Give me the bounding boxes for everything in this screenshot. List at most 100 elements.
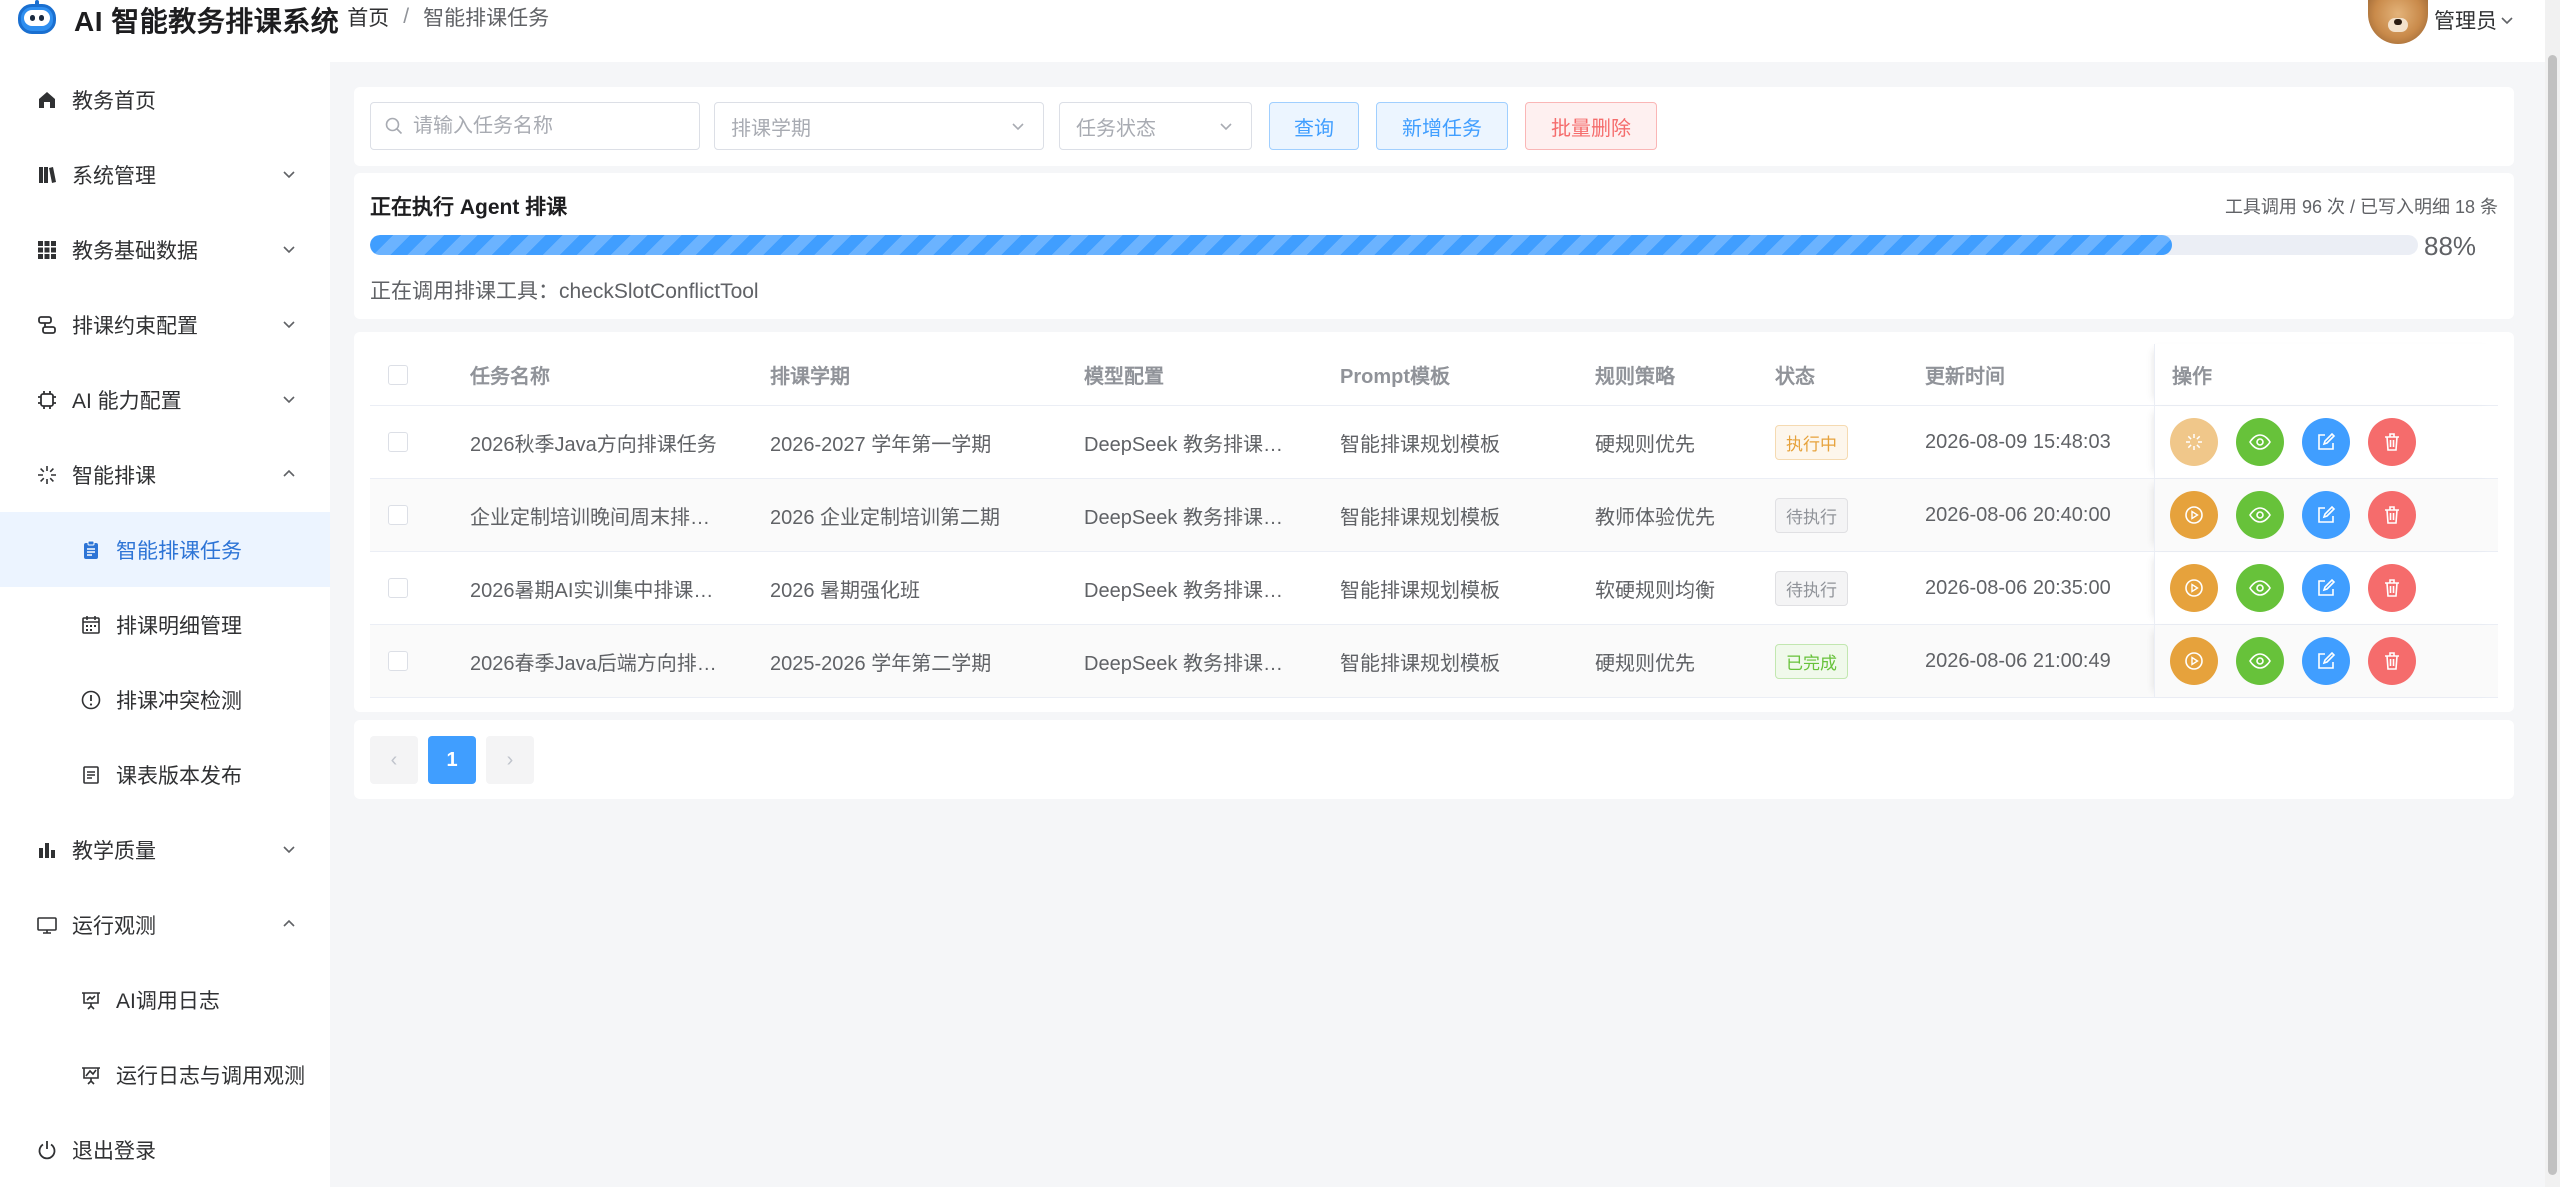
edit-button[interactable]: [2302, 491, 2350, 539]
cell-updated: 2026-08-06 20:35:00: [1925, 576, 2111, 599]
sidebar-item-label: AI 能力配置: [72, 389, 182, 413]
page-number-1[interactable]: 1: [428, 736, 476, 784]
sidebar-item-logout[interactable]: 退出登录: [0, 1112, 330, 1187]
sidebar-item-teaching-quality[interactable]: 教学质量: [0, 812, 330, 887]
monitor-icon: [36, 914, 58, 936]
delete-button[interactable]: [2368, 418, 2416, 466]
cell-status: 待执行: [1775, 552, 1848, 624]
eye-icon: [2249, 434, 2271, 450]
prev-page-button[interactable]: ‹: [370, 736, 418, 784]
run-button[interactable]: [2170, 491, 2218, 539]
running-button[interactable]: [2170, 418, 2218, 466]
sidebar-item-base-data[interactable]: 教务基础数据: [0, 212, 330, 287]
avatar[interactable]: [2368, 0, 2428, 44]
add-task-button[interactable]: 新增任务: [1376, 102, 1508, 150]
sidebar-item-ai-config[interactable]: AI 能力配置: [0, 362, 330, 437]
sidebar-item-version-release[interactable]: 课表版本发布: [0, 737, 330, 812]
scrollbar-thumb[interactable]: [2548, 55, 2557, 1175]
sidebar-item-ai-call-logs[interactable]: AI调用日志: [0, 962, 330, 1037]
spark-icon: [36, 464, 58, 486]
sidebar-item-label: 教学质量: [72, 839, 156, 863]
next-page-button[interactable]: ›: [486, 736, 534, 784]
user-menu[interactable]: 管理员: [2368, 0, 2515, 44]
sidebar-item-runtime-logs[interactable]: 运行日志与调用观测: [0, 1037, 330, 1112]
term-select[interactable]: 排课学期: [714, 102, 1044, 150]
cell-updated: 2026-08-06 21:00:49: [1925, 649, 2111, 672]
sidebar-item-home[interactable]: 教务首页: [0, 62, 330, 137]
clipboard-icon: [80, 539, 102, 561]
cell-term: 2026 暑期强化班: [770, 579, 921, 602]
sidebar-item-constraints[interactable]: 排课约束配置: [0, 287, 330, 362]
calendar-icon: [80, 614, 102, 636]
row-checkbox[interactable]: [388, 625, 408, 697]
view-button[interactable]: [2236, 491, 2284, 539]
sidebar-item-label: 排课明细管理: [116, 614, 242, 638]
table-row: 2026春季Java后端方向排… 2025-2026 学年第二学期 DeepSe…: [370, 625, 2498, 698]
row-checkbox[interactable]: [388, 552, 408, 624]
task-table-card: 任务名称 排课学期 模型配置 Prompt模板 规则策略 状态 更新时间 操作 …: [354, 332, 2514, 712]
column-header: 模型配置: [1084, 366, 1164, 388]
query-button[interactable]: 查询: [1269, 102, 1359, 150]
edit-button[interactable]: [2302, 637, 2350, 685]
status-badge: 待执行: [1775, 570, 1848, 606]
cell-prompt: 智能排课规划模板: [1340, 433, 1500, 456]
task-table: 任务名称 排课学期 模型配置 Prompt模板 规则策略 状态 更新时间 操作 …: [370, 344, 2498, 698]
column-header: 规则策略: [1595, 366, 1675, 388]
sidebar-item-system[interactable]: 系统管理: [0, 137, 330, 212]
table-row: 企业定制培训晚间周末排… 2026 企业定制培训第二期 DeepSeek 教务排…: [370, 479, 2498, 552]
eye-icon: [2249, 580, 2271, 596]
search-box[interactable]: [370, 102, 700, 150]
delete-button[interactable]: [2368, 491, 2416, 539]
app-title: AI 智能教务排课系统: [74, 6, 340, 37]
select-all-checkbox[interactable]: [388, 344, 408, 405]
row-checkbox[interactable]: [388, 479, 408, 551]
app-root: AI 智能教务排课系统 首页 / 智能排课任务 管理员 教务首页 系统管理 教务…: [0, 0, 2560, 1187]
cell-updated: 2026-08-09 15:48:03: [1925, 430, 2111, 453]
sidebar-item-label: 系统管理: [72, 164, 156, 188]
user-name[interactable]: 管理员: [2434, 5, 2497, 35]
sidebar-item-label: 运行观测: [72, 914, 156, 938]
delete-button[interactable]: [2368, 637, 2416, 685]
view-button[interactable]: [2236, 637, 2284, 685]
sidebar-item-runtime-observe[interactable]: 运行观测: [0, 887, 330, 962]
breadcrumb-home[interactable]: 首页: [347, 2, 389, 32]
term-select-placeholder: 排课学期: [731, 117, 811, 140]
view-button[interactable]: [2236, 564, 2284, 612]
chevron-down-icon[interactable]: [2499, 12, 2515, 28]
sidebar-item-schedule-details[interactable]: 排课明细管理: [0, 587, 330, 662]
edit-icon: [2318, 432, 2336, 450]
sidebar-item-smart-scheduling[interactable]: 智能排课: [0, 437, 330, 512]
edit-button[interactable]: [2302, 418, 2350, 466]
sidebar-item-label: 教务首页: [72, 89, 156, 113]
chip-icon: [36, 389, 58, 411]
row-checkbox[interactable]: [388, 406, 408, 478]
sidebar-item-label: 教务基础数据: [72, 239, 198, 263]
cell-status: 已完成: [1775, 625, 1848, 697]
task-name-search-input[interactable]: [413, 114, 683, 138]
cell-task-name: 2026秋季Java方向排课任务: [470, 433, 717, 456]
batch-delete-button[interactable]: 批量删除: [1525, 102, 1657, 150]
view-button[interactable]: [2236, 418, 2284, 466]
eye-icon: [2249, 507, 2271, 523]
chevron-down-icon: [283, 321, 295, 329]
sidebar-item-label: 退出登录: [72, 1139, 156, 1163]
chevron-down-icon: [283, 846, 295, 854]
document-icon: [80, 764, 102, 786]
run-button[interactable]: [2170, 564, 2218, 612]
sidebar: 教务首页 系统管理 教务基础数据 排课约束配置 AI 能力配置 智能排课 智能排…: [0, 62, 330, 1187]
trash-icon: [2385, 579, 2399, 597]
status-select[interactable]: 任务状态: [1059, 102, 1252, 150]
sidebar-item-conflict-detection[interactable]: 排课冲突检测: [0, 662, 330, 737]
constraint-icon: [36, 314, 58, 336]
play-icon: [2185, 652, 2203, 670]
row-actions: [2170, 479, 2434, 551]
sidebar-item-scheduling-tasks[interactable]: 智能排课任务: [0, 512, 330, 587]
edit-button[interactable]: [2302, 564, 2350, 612]
run-button[interactable]: [2170, 637, 2218, 685]
status-badge: 执行中: [1775, 424, 1848, 460]
page-scrollbar[interactable]: [2545, 0, 2560, 1187]
cell-model: DeepSeek 教务排课…: [1084, 652, 1283, 675]
agent-progress-card: 正在执行 Agent 排课 工具调用 96 次 / 已写入明细 18 条 88%…: [354, 173, 2514, 319]
delete-button[interactable]: [2368, 564, 2416, 612]
power-icon: [36, 1139, 58, 1161]
